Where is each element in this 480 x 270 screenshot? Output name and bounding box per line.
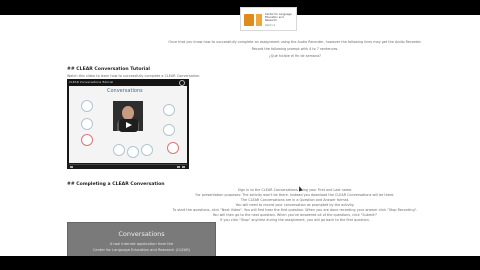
play-circle-icon: [113, 144, 125, 156]
conversations-line-1: A tool Internet application from the: [109, 242, 174, 246]
video-frame-title: Conversations: [107, 88, 143, 94]
instruction-line: You will then go to the next question. W…: [212, 213, 378, 217]
instruction-line: The CLEAR Conversations are in a Questio…: [240, 198, 350, 202]
tutorial-heading: ## CLEAR Conversation Tutorial: [67, 67, 150, 72]
settings-icon[interactable]: [177, 165, 180, 168]
video-frame: Conversations: [69, 86, 187, 163]
tutorial-subtitle: Watch this video to learn how to success…: [67, 74, 201, 78]
fullscreen-icon[interactable]: [182, 165, 185, 168]
intro-line-1: Once that you know how to successfully c…: [168, 40, 422, 44]
logo-caption: Gold 1.1: [265, 24, 276, 27]
instruction-line: Sign in to the CLEAR Conversations using…: [237, 188, 353, 192]
intro-line-3: ¿Qué hiciste el fin de semana?: [269, 54, 321, 58]
intro-line-2: Record the following prompt with 4 to 7 …: [251, 47, 339, 51]
instruction-line: To start the questions, click "Next Vide…: [172, 208, 418, 212]
video-title: CLEAR Conversations Tutorial: [69, 80, 114, 84]
instruction-line: For presentation purposes: The activity …: [195, 193, 395, 197]
headset-icon: [81, 100, 93, 112]
bottom-letterbox: [0, 256, 480, 270]
record-icon: [167, 142, 179, 154]
play-button[interactable]: [119, 119, 138, 132]
logo-mark-secondary: [256, 14, 262, 26]
conversations-line-2: Center for Language Education and Resear…: [92, 248, 191, 252]
tutorial-video-player[interactable]: CLEAR Conversations Tutorial Conversatio…: [67, 79, 189, 169]
logo-mark: [244, 14, 254, 26]
pause-circle-icon: [127, 146, 139, 158]
person-icon: [163, 124, 175, 136]
video-progress-bar[interactable]: [69, 164, 187, 165]
clear-logo: Center for Language Education and Resear…: [240, 7, 297, 31]
instruction-line: You will need to record your conversatio…: [235, 203, 355, 207]
completing-heading: ## Completing a CLEAR Conversation: [67, 182, 165, 187]
conversations-title: Conversations: [118, 230, 165, 238]
conversations-banner: Conversations A tool Internet applicatio…: [67, 222, 216, 258]
heart-icon: [81, 134, 93, 146]
play-icon: [126, 122, 132, 128]
logo-text: Center for Language Education and Resear…: [265, 13, 292, 23]
video-controls[interactable]: [67, 163, 189, 169]
video-camera-icon: [163, 104, 175, 116]
microphone-icon: [81, 118, 93, 130]
stop-circle-icon: [141, 144, 153, 156]
control-play-icon[interactable]: [70, 165, 73, 168]
